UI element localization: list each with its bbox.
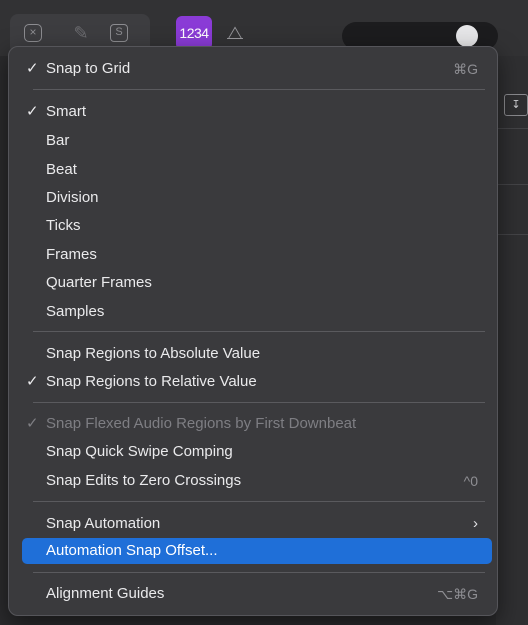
menu-item-label: Snap Quick Swipe Comping [46, 443, 233, 460]
menu-item-label: Ticks [46, 217, 81, 234]
menu-item-label: Frames [46, 246, 97, 263]
menu-item-label: Division [46, 189, 99, 206]
menu-item-label: Snap to Grid [46, 60, 131, 77]
menu-item-bar[interactable]: Bar [22, 128, 492, 154]
menu-item-smart[interactable]: ✓ Smart [22, 99, 492, 125]
menu-item-snap-quick-swipe[interactable]: Snap Quick Swipe Comping [22, 439, 492, 465]
metronome-icon[interactable]: ⧍ [224, 22, 246, 44]
pencil-icon[interactable]: ✎ [70, 22, 92, 44]
count-in-button[interactable]: 1234 [176, 16, 212, 50]
collapse-button[interactable]: ↧ [504, 94, 528, 116]
menu-item-label: Snap Flexed Audio Regions by First Downb… [46, 415, 357, 432]
separator [33, 402, 485, 403]
menu-item-quarter-frames[interactable]: Quarter Frames [22, 270, 492, 296]
divider [496, 128, 528, 129]
separator [33, 501, 485, 502]
menu-item-snap-zero-crossings[interactable]: Snap Edits to Zero Crossings ^0 [22, 468, 492, 494]
chevron-right-icon: › [473, 515, 478, 532]
menu-item-beat[interactable]: Beat [22, 157, 492, 183]
menu-item-label: Snap Automation [46, 515, 161, 532]
separator [33, 89, 485, 90]
menu-item-label: Alignment Guides [46, 585, 165, 602]
menu-item-label: Bar [46, 132, 70, 149]
divider [496, 184, 528, 185]
track-area-edge [496, 56, 528, 625]
menu-item-label: Snap Edits to Zero Crossings [46, 472, 242, 489]
menu-item-shortcut: ^0 [463, 473, 478, 489]
separator [33, 572, 485, 573]
divider [496, 234, 528, 235]
close-box-icon[interactable]: × [24, 24, 42, 42]
menu-item-snap-regions-absolute[interactable]: Snap Regions to Absolute Value [22, 341, 492, 367]
menu-item-shortcut: ⌘G [453, 61, 478, 77]
menu-item-snap-automation[interactable]: Snap Automation › [22, 511, 492, 537]
menu-item-shortcut: ⌥⌘G [436, 586, 478, 602]
check-icon: ✓ [26, 60, 39, 77]
menu-item-label: Snap Regions to Absolute Value [46, 345, 261, 362]
count-in-label: 1234 [179, 25, 209, 41]
menu-item-label: Automation Snap Offset... [46, 542, 218, 559]
menu-item-label: Quarter Frames [46, 274, 152, 291]
menu-item-snap-to-grid[interactable]: ✓ Snap to Grid ⌘G [22, 56, 492, 82]
menu-item-label: Smart [46, 103, 87, 120]
menu-item-label: Snap Regions to Relative Value [46, 373, 257, 390]
check-icon: ✓ [26, 103, 39, 120]
menu-item-samples[interactable]: Samples [22, 299, 492, 325]
menu-item-frames[interactable]: Frames [22, 242, 492, 268]
menu-item-division[interactable]: Division [22, 185, 492, 211]
check-icon: ✓ [26, 373, 39, 390]
slider-knob[interactable] [456, 25, 478, 47]
solo-icon[interactable]: S [110, 24, 128, 42]
menu-item-snap-regions-relative[interactable]: ✓ Snap Regions to Relative Value [22, 369, 492, 395]
snap-menu: ✓ Snap to Grid ⌘G ✓ Smart Bar Beat Divis… [8, 46, 498, 616]
menu-item-label: Beat [46, 161, 77, 178]
separator [33, 331, 485, 332]
menu-item-automation-snap-offset[interactable]: Automation Snap Offset... [22, 538, 492, 564]
menu-item-snap-flexed-audio: ✓ Snap Flexed Audio Regions by First Dow… [22, 411, 492, 437]
menu-item-ticks[interactable]: Ticks [22, 213, 492, 239]
menu-item-label: Samples [46, 303, 105, 320]
menu-item-alignment-guides[interactable]: Alignment Guides ⌥⌘G [22, 581, 492, 607]
check-icon: ✓ [26, 415, 39, 432]
